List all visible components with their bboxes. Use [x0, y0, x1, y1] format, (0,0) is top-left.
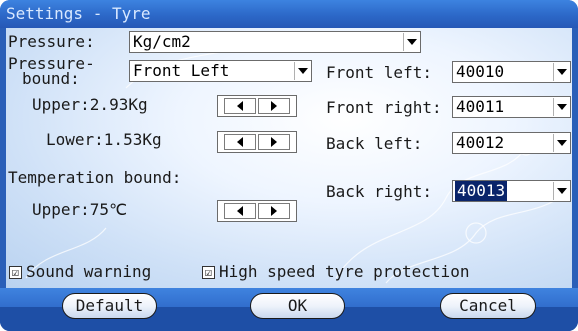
- increase-button[interactable]: [258, 98, 290, 114]
- chevron-down-icon[interactable]: [294, 62, 310, 80]
- temperature-upper-label: Upper:75℃: [32, 200, 128, 219]
- sound-warning-label: Sound warning: [26, 262, 152, 281]
- front-right-sensor-value: 40011: [456, 97, 505, 116]
- left-arrow-icon: [237, 206, 243, 216]
- front-right-sensor-select[interactable]: 40011: [452, 96, 571, 118]
- decrease-button[interactable]: [224, 98, 256, 114]
- chevron-down-icon[interactable]: [403, 33, 419, 51]
- back-right-label: Back right:: [326, 182, 432, 201]
- chevron-down-icon[interactable]: [553, 98, 569, 116]
- tyre-settings-window: Settings - Tyre Pressure: Kg/cm2 Pressur…: [0, 0, 578, 331]
- front-right-label: Front right:: [326, 98, 442, 117]
- back-right-sensor-value: 40013: [455, 181, 508, 201]
- default-button[interactable]: Default: [62, 293, 157, 319]
- back-left-sensor-select[interactable]: 40012: [452, 132, 571, 154]
- pressure-label: Pressure:: [8, 32, 95, 51]
- pressure-unit-value: Kg/cm2: [133, 32, 191, 51]
- increase-button[interactable]: [258, 203, 290, 219]
- front-left-sensor-value: 40010: [456, 62, 505, 81]
- pressure-bound-position-value: Front Left: [133, 61, 230, 80]
- pressure-bound-label-line2: bound:: [22, 69, 80, 88]
- temperature-bound-label: Temperation bound:: [8, 168, 182, 187]
- pressure-bound-position-select[interactable]: Front Left: [129, 60, 312, 82]
- chevron-down-icon[interactable]: [553, 134, 569, 152]
- high-speed-protection-label: High speed tyre protection: [219, 262, 470, 281]
- front-left-label: Front left:: [326, 63, 432, 82]
- back-left-label: Back left:: [326, 134, 423, 153]
- front-left-sensor-select[interactable]: 40010: [452, 61, 571, 83]
- back-left-sensor-value: 40012: [456, 133, 505, 152]
- left-arrow-icon: [237, 137, 243, 147]
- temperature-upper-stepper: [217, 200, 297, 222]
- chevron-down-icon[interactable]: [553, 182, 569, 200]
- back-right-sensor-select[interactable]: 40013: [452, 180, 571, 202]
- left-arrow-icon: [237, 101, 243, 111]
- cancel-button[interactable]: Cancel: [440, 293, 536, 319]
- settings-panel: Pressure: Kg/cm2 Pressure- bound: Front …: [6, 28, 572, 288]
- ok-button[interactable]: OK: [250, 293, 345, 319]
- pressure-lower-stepper: [217, 131, 297, 153]
- window-title: Settings - Tyre: [0, 0, 578, 28]
- right-arrow-icon: [271, 101, 277, 111]
- pressure-unit-select[interactable]: Kg/cm2: [129, 31, 421, 53]
- right-arrow-icon: [271, 137, 277, 147]
- pressure-upper-stepper: [217, 95, 297, 117]
- decrease-button[interactable]: [224, 134, 256, 150]
- pressure-lower-label: Lower:1.53Kg: [46, 130, 162, 149]
- pressure-upper-label: Upper:2.93Kg: [32, 95, 148, 114]
- sound-warning-checkbox[interactable]: ☑: [9, 266, 22, 279]
- decrease-button[interactable]: [224, 203, 256, 219]
- chevron-down-icon[interactable]: [553, 63, 569, 81]
- increase-button[interactable]: [258, 134, 290, 150]
- right-arrow-icon: [271, 206, 277, 216]
- high-speed-protection-checkbox[interactable]: ☑: [202, 266, 215, 279]
